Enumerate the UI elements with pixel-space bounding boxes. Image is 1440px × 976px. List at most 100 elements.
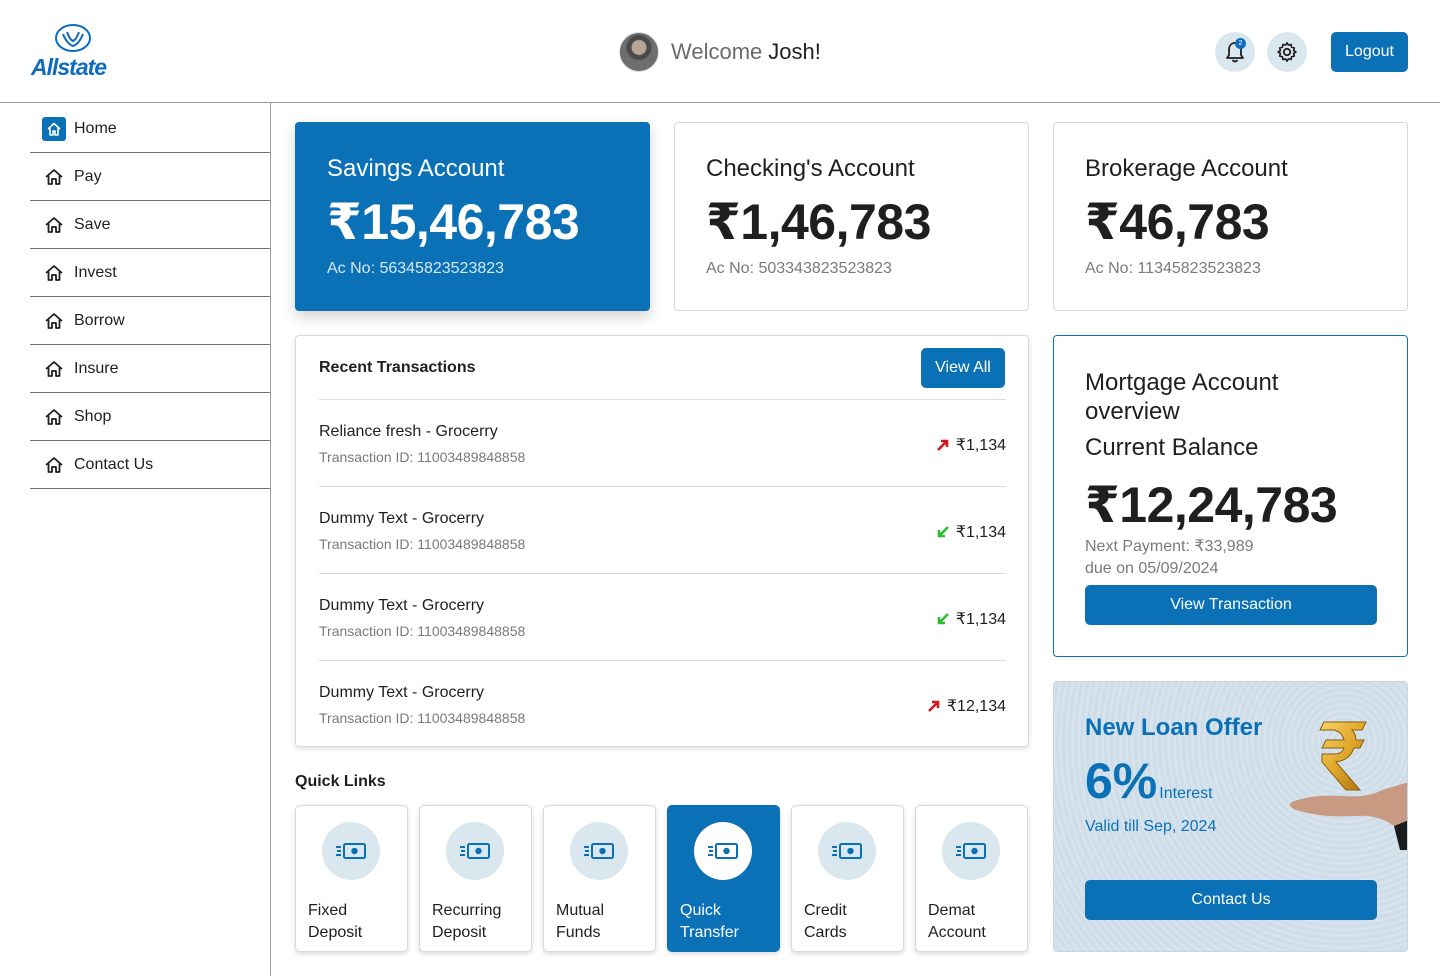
welcome-prefix: Welcome [671,39,763,64]
view-transaction-button[interactable]: View Transaction [1085,585,1377,625]
mortgage-subtitle: Current Balance [1085,434,1259,461]
home-icon [42,165,66,189]
quick-link-label: Mutual Funds [556,902,605,941]
cash-transfer-icon [570,822,628,880]
mortgage-balance: ₹12,24,783 [1085,477,1338,533]
transaction-amount-value: ₹1,134 [955,524,1006,541]
account-balance: ₹1,46,783 [706,194,931,250]
cash-transfer-icon [446,822,504,880]
sidebar-item-label: Contact Us [74,455,154,473]
brokerage-account-card[interactable]: Brokerage Account ₹46,783 Ac No: 1134582… [1053,122,1408,311]
transaction-amount: ₹1,134 [936,609,1006,629]
mortgage-overview-card: Mortgage Account overview Current Balanc… [1053,335,1408,657]
quick-link-credit-cards[interactable]: Credit Cards [791,805,904,952]
account-balance: ₹46,783 [1085,194,1270,250]
sidebar-item-label: Shop [74,407,112,425]
transaction-row[interactable]: Dummy Text - Grocerry Transaction ID: 11… [319,660,1006,747]
transaction-amount: ₹1,134 [936,522,1006,542]
quick-link-mutual-funds[interactable]: Mutual Funds [543,805,656,952]
notifications-button[interactable]: 2 [1215,32,1255,72]
quick-link-quick-transfer[interactable]: Quick Transfer [667,805,780,952]
hand-rupee-icon [1289,721,1407,850]
quick-link-fixed-deposit[interactable]: Fixed Deposit [295,805,408,952]
sidebar-item-borrow[interactable]: Borrow [30,297,270,345]
quick-link-label: Fixed Deposit [308,902,363,941]
transaction-name: Dummy Text - Grocerry [319,597,485,614]
cash-transfer-icon [322,822,380,880]
sidebar-item-home[interactable]: Home [30,105,270,153]
account-title: Savings Account [327,155,505,182]
transaction-id: Transaction ID: 11003489848858 [319,536,526,552]
account-balance: ₹15,46,783 [327,194,580,250]
home-icon [42,261,66,285]
sidebar-item-insure[interactable]: Insure [30,345,270,393]
transaction-row[interactable]: Reliance fresh - Grocerry Transaction ID… [319,399,1006,486]
checking-account-card[interactable]: Checking's Account ₹1,46,783 Ac No: 5033… [674,122,1029,311]
account-number: Ac No: 11345823523823 [1085,260,1261,277]
user-name: Josh! [768,39,821,64]
contact-us-button[interactable]: Contact Us [1085,880,1377,920]
account-title: Brokerage Account [1085,155,1288,182]
sidebar-item-invest[interactable]: Invest [30,249,270,297]
avatar[interactable] [619,32,659,72]
transaction-name: Dummy Text - Grocerry [319,684,485,701]
home-icon [42,357,66,381]
loan-rate: 6% Interest [1085,752,1213,810]
logout-button[interactable]: Logout [1331,32,1408,72]
transaction-id: Transaction ID: 11003489848858 [319,449,526,465]
loan-rate-value: 6% [1085,753,1158,809]
quick-link-recurring-deposit[interactable]: Recurring Deposit [419,805,532,952]
loan-offer-title: New Loan Offer [1085,714,1263,741]
sidebar-item-label: Pay [74,167,102,185]
sidebar-item-contact-us[interactable]: Contact Us [30,441,270,489]
account-number: Ac No: 56345823523823 [327,260,505,277]
home-icon [42,453,66,477]
allstate-logo[interactable]: Allstate [31,24,115,80]
cash-transfer-icon [942,822,1000,880]
transaction-amount: ₹12,134 [927,696,1006,716]
quick-link-label: Demat Account [928,902,986,941]
transaction-name: Dummy Text - Grocerry [319,510,485,527]
sidebar-item-label: Borrow [74,311,125,329]
home-icon [42,405,66,429]
transaction-row[interactable]: Dummy Text - Grocerry Transaction ID: 11… [319,573,1006,660]
logo-hands-icon [55,24,91,52]
top-header: Allstate Welcome Josh! 2 Logout [0,0,1440,103]
arrow-down-left-icon [937,526,949,538]
sidebar-item-label: Home [74,119,117,137]
view-all-button[interactable]: View All [921,348,1005,388]
new-loan-offer-card: New Loan Offer 6% Interest Valid till Se… [1053,681,1408,952]
transactions-title: Recent Transactions [319,359,476,376]
quick-link-label: Recurring Deposit [432,902,502,941]
transaction-row[interactable]: Dummy Text - Grocerry Transaction ID: 11… [319,486,1006,573]
account-title: Checking's Account [706,155,915,182]
settings-button[interactable] [1267,32,1307,72]
home-icon [42,213,66,237]
quick-links-title: Quick Links [295,773,386,790]
sidebar-item-shop[interactable]: Shop [30,393,270,441]
arrow-up-right-icon [927,700,940,712]
quick-link-label: Quick Transfer [680,902,739,941]
transaction-amount-value: ₹1,134 [955,437,1006,454]
transaction-id: Transaction ID: 11003489848858 [319,623,526,639]
arrow-up-right-icon [936,439,949,451]
sidebar-item-label: Insure [74,359,119,377]
cash-transfer-icon [694,822,752,880]
notification-badge: 2 [1235,38,1246,49]
quick-link-demat-account[interactable]: Demat Account [915,805,1028,952]
transaction-amount-value: ₹1,134 [955,611,1006,628]
home-icon [42,116,66,141]
loan-validity: Valid till Sep, 2024 [1085,818,1217,835]
home-icon [42,309,66,333]
sidebar-item-label: Save [74,215,111,233]
account-number: Ac No: 503343823523823 [706,260,892,277]
sidebar-item-label: Invest [74,263,117,281]
welcome-area: Welcome Josh! [619,32,821,72]
savings-account-card[interactable]: Savings Account ₹15,46,783 Ac No: 563458… [295,122,650,311]
transaction-id: Transaction ID: 11003489848858 [319,710,526,726]
sidebar-item-save[interactable]: Save [30,201,270,249]
logo-text: Allstate [31,54,107,80]
sidebar-item-pay[interactable]: Pay [30,153,270,201]
recent-transactions-card: Recent Transactions View All Reliance fr… [295,335,1029,747]
quick-link-label: Credit Cards [804,902,847,941]
